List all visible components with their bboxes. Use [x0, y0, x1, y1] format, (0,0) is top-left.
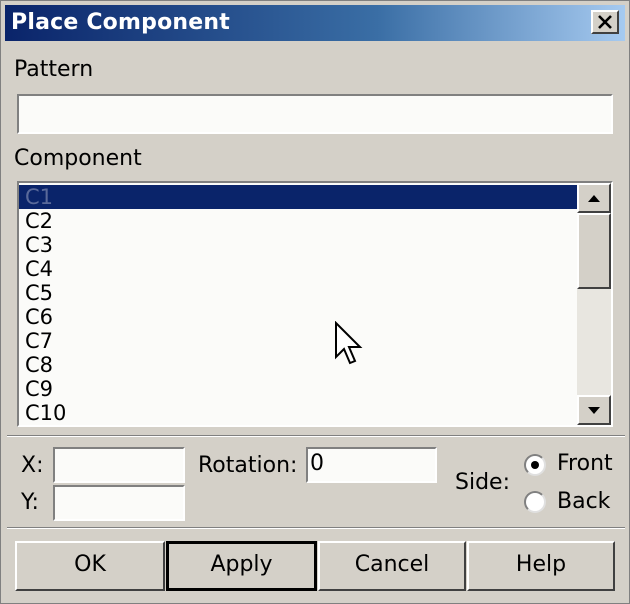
arrow-down-icon — [588, 407, 600, 414]
component-list-items: C1 C2 C3 C4 C5 C6 C7 C8 C9 C10 — [19, 185, 577, 425]
rotation-label: Rotation: — [198, 453, 298, 478]
mouse-pointer-icon — [335, 321, 363, 365]
scroll-down-button[interactable] — [577, 395, 611, 425]
rotation-input[interactable]: 0 — [306, 447, 437, 483]
pattern-input[interactable] — [17, 94, 613, 134]
component-label: Component — [14, 146, 142, 171]
close-icon — [598, 15, 612, 29]
cancel-button[interactable]: Cancel — [318, 541, 466, 591]
list-item[interactable]: C4 — [19, 257, 577, 281]
list-item[interactable]: C6 — [19, 305, 577, 329]
list-item[interactable]: C8 — [19, 353, 577, 377]
arrow-up-icon — [588, 195, 600, 202]
title-bar[interactable]: Place Component — [5, 5, 625, 41]
separator — [7, 527, 625, 529]
side-label: Side: — [455, 470, 510, 495]
x-label: X: — [21, 453, 44, 478]
pattern-label: Pattern — [14, 57, 94, 82]
help-button[interactable]: Help — [467, 541, 615, 591]
list-item[interactable]: C3 — [19, 233, 577, 257]
y-input[interactable] — [53, 485, 185, 521]
side-front-radio[interactable] — [524, 454, 546, 476]
list-item[interactable]: C1 — [19, 185, 577, 209]
separator — [7, 435, 625, 437]
radio-selected-dot — [531, 461, 539, 469]
list-item[interactable]: C9 — [19, 377, 577, 401]
y-label: Y: — [21, 490, 39, 515]
x-input[interactable] — [53, 447, 185, 483]
scroll-thumb[interactable] — [577, 213, 611, 289]
close-button[interactable] — [591, 10, 619, 34]
list-item[interactable]: C5 — [19, 281, 577, 305]
component-list[interactable]: C1 C2 C3 C4 C5 C6 C7 C8 C9 C10 — [17, 181, 613, 427]
place-component-dialog: Place Component Pattern Component C1 C2 … — [0, 0, 630, 604]
list-item[interactable]: C7 — [19, 329, 577, 353]
ok-button[interactable]: OK — [15, 541, 165, 591]
side-back-label[interactable]: Back — [557, 489, 610, 514]
dialog-title: Place Component — [11, 10, 230, 35]
apply-button[interactable]: Apply — [166, 541, 317, 591]
list-item[interactable]: C2 — [19, 209, 577, 233]
scroll-up-button[interactable] — [577, 183, 611, 213]
side-back-radio[interactable] — [524, 491, 546, 513]
list-scrollbar[interactable] — [577, 183, 611, 425]
list-item[interactable]: C10 — [19, 401, 577, 425]
side-front-label[interactable]: Front — [557, 451, 613, 476]
